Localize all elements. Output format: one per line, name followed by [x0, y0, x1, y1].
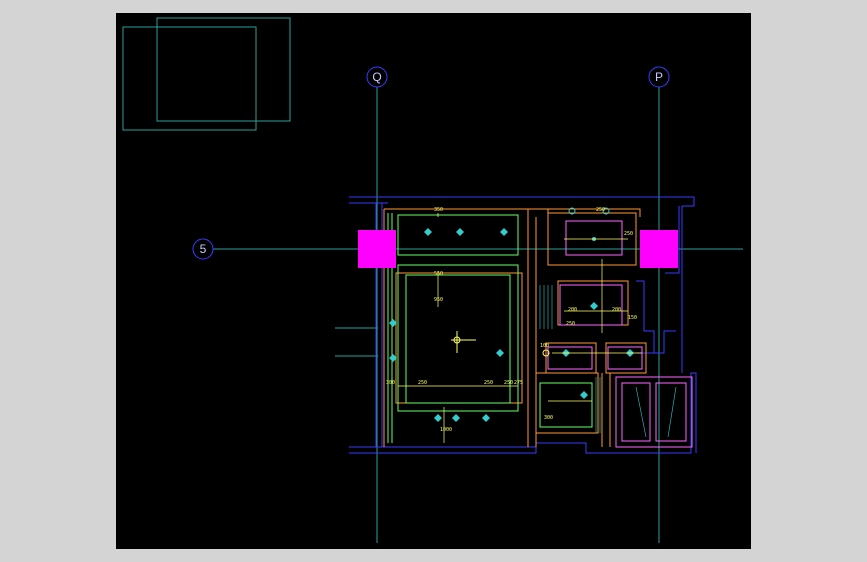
- dimension-label: 250: [596, 207, 605, 213]
- dimension-label: 250: [624, 231, 633, 237]
- grid-label-5: 5: [200, 242, 207, 256]
- cad-drawing-canvas[interactable]: Q P 5 350 250 250 550 950 300 250 250 25…: [116, 13, 751, 549]
- column-q5: [358, 230, 396, 268]
- dimension-label: 150: [628, 315, 637, 321]
- dimension-labels: 350 250 250 550 950 300 250 250 250 275 …: [386, 207, 637, 433]
- fixture-diamond: [456, 228, 464, 236]
- grid-label-q: Q: [372, 70, 381, 84]
- dimension-label: 200: [612, 307, 621, 313]
- dimension-label: 250: [418, 380, 427, 386]
- dimension-label: 300: [544, 415, 553, 421]
- fixture-diamond: [500, 228, 508, 236]
- dimension-label: 200: [568, 307, 577, 313]
- fixture-diamond: [434, 414, 442, 422]
- fixture-diamond: [424, 228, 432, 236]
- fixture-diamond: [580, 391, 588, 399]
- center-fixture: [451, 331, 476, 353]
- dimension-label: 250: [504, 380, 513, 386]
- dimension-label: 250: [484, 380, 493, 386]
- dimension-label: 275: [514, 380, 523, 386]
- dimension-label: 1000: [440, 427, 452, 433]
- fixture-diamond: [590, 302, 598, 310]
- dimension-lines: [398, 213, 642, 443]
- grid-bubble-q: Q: [366, 66, 388, 88]
- fixture-diamond: [452, 414, 460, 422]
- dimension-label: 950: [434, 297, 443, 303]
- ceiling-outline: [387, 213, 593, 443]
- dimension-label: 350: [434, 207, 443, 213]
- viewport-frame-2: [156, 17, 291, 122]
- fixture-diamond: [482, 414, 490, 422]
- light-fixtures: [389, 207, 634, 422]
- floor-plan-svg: Q P 5 350 250 250 550 950 300 250 250 25…: [122, 17, 743, 543]
- column-p5: [640, 230, 678, 268]
- viewport-frame-1: [122, 26, 257, 131]
- grid-bubble-5: 5: [192, 238, 214, 260]
- dimension-label: 250: [566, 321, 575, 327]
- fixture-diamond: [496, 349, 504, 357]
- grid-label-p: P: [655, 70, 663, 84]
- grid-bubble-p: P: [648, 66, 670, 88]
- dimension-label: 300: [386, 380, 395, 386]
- dimension-label: 550: [434, 271, 443, 277]
- dimension-label: 100: [540, 343, 549, 349]
